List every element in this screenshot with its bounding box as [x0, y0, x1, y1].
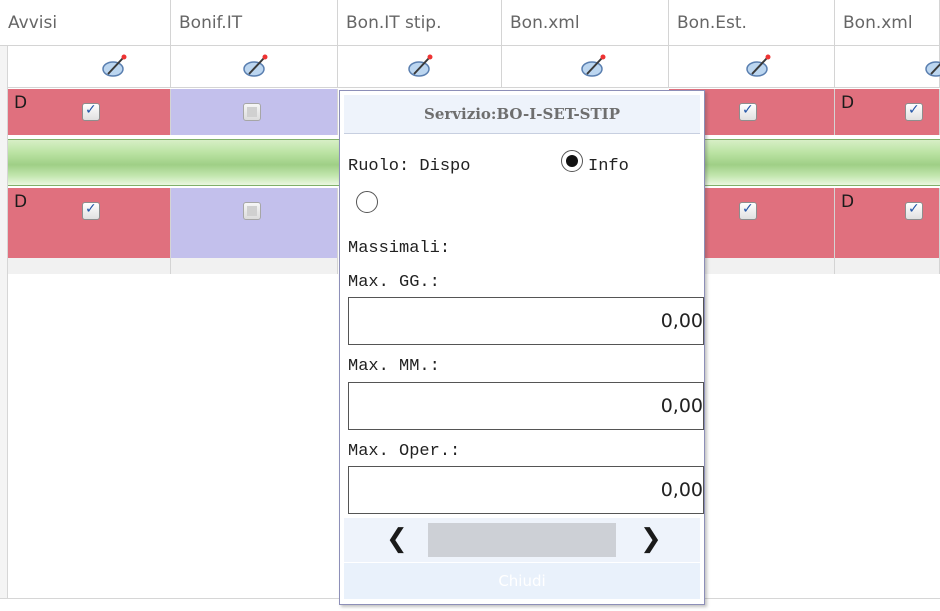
ruolo-label: Ruolo: Dispo: [348, 157, 471, 176]
col-header-label: Bonif.IT: [179, 13, 243, 33]
icon-cell: [8, 46, 171, 88]
radio-info[interactable]: [561, 150, 583, 172]
row-letter: D: [14, 192, 28, 212]
scroll-right-icon[interactable]: ❯: [640, 524, 662, 554]
max-gg-label: Max. GG.:: [348, 273, 440, 292]
row-letter: D: [841, 192, 855, 212]
table-footer-cell: [835, 258, 940, 274]
edit-column-icon[interactable]: [241, 54, 269, 80]
row-letter: D: [14, 93, 28, 113]
horizontal-scrollbar[interactable]: ❮ ❯: [344, 518, 700, 562]
col-header-bon-it-stip[interactable]: Bon.IT stip.: [338, 0, 502, 46]
checkbox-unchecked[interactable]: [243, 103, 261, 121]
table-cell: [171, 89, 338, 135]
scroll-left-icon[interactable]: ❮: [386, 524, 408, 554]
max-gg-input[interactable]: 0,00: [348, 297, 704, 345]
table-cell: [171, 188, 338, 258]
close-button[interactable]: Chiudi: [344, 563, 700, 599]
max-oper-label: Max. Oper.:: [348, 442, 461, 461]
icon-cell: [669, 46, 835, 88]
radio-dispo[interactable]: [356, 191, 378, 213]
checkbox-checked[interactable]: ✓: [739, 201, 757, 220]
icon-cell: [338, 46, 502, 88]
col-header-label: Bon.xml: [510, 13, 580, 33]
checkbox-checked[interactable]: ✓: [739, 102, 757, 121]
col-header-label: Bon.Est.: [677, 13, 747, 33]
checkbox-checked[interactable]: ✓: [82, 201, 100, 220]
check-icon: ✓: [742, 201, 754, 217]
table-footer-cell: [171, 258, 338, 274]
check-icon: ✓: [742, 102, 754, 118]
row-letter: D: [841, 93, 855, 113]
col-header-label: Avvisi: [8, 13, 58, 33]
max-mm-label: Max. MM.:: [348, 357, 440, 376]
col-header-bonif-it[interactable]: Bonif.IT: [171, 0, 338, 46]
left-edge: [0, 0, 8, 610]
edit-column-icon[interactable]: [579, 54, 607, 80]
checkbox-checked[interactable]: ✓: [82, 102, 100, 121]
icon-cell: [502, 46, 669, 88]
col-header-bon-xml[interactable]: Bon.xml: [502, 0, 669, 46]
edit-column-icon[interactable]: [923, 54, 940, 80]
table-cell: D ✓: [8, 188, 171, 258]
max-mm-input[interactable]: 0,00: [348, 382, 704, 430]
max-oper-input[interactable]: 0,00: [348, 466, 704, 514]
edit-column-icon[interactable]: [744, 54, 772, 80]
checkbox-checked[interactable]: ✓: [905, 201, 923, 220]
table-cell: D ✓: [8, 89, 171, 135]
col-header-bon-est[interactable]: Bon.Est.: [669, 0, 835, 46]
popup-title: Servizio:BO-I-SET-STIP: [344, 95, 700, 134]
checkbox-checked[interactable]: ✓: [905, 102, 923, 121]
edit-column-icon[interactable]: [406, 54, 434, 80]
info-label: Info: [588, 157, 629, 176]
col-header-bon-xml-2[interactable]: Bon.xml: [835, 0, 940, 46]
checkbox-unchecked[interactable]: [243, 202, 261, 220]
icon-cell: [171, 46, 338, 88]
massimali-label: Massimali:: [348, 239, 451, 258]
check-icon: ✓: [85, 201, 97, 217]
check-icon: ✓: [85, 102, 97, 118]
col-header-label: Bon.IT stip.: [346, 13, 442, 33]
edit-column-icon[interactable]: [100, 54, 128, 80]
check-icon: ✓: [908, 102, 920, 118]
check-icon: ✓: [908, 201, 920, 217]
service-popup: Servizio:BO-I-SET-STIP Ruolo: Dispo Info…: [339, 90, 705, 605]
scrollbar-thumb[interactable]: [428, 523, 616, 557]
table-cell: D ✓: [835, 188, 940, 258]
table-cell: D ✓: [835, 89, 940, 135]
col-header-avvisi[interactable]: Avvisi: [0, 0, 171, 46]
col-header-label: Bon.xml: [843, 13, 913, 33]
icon-cell: [835, 46, 940, 88]
table-footer-cell: [8, 258, 171, 274]
